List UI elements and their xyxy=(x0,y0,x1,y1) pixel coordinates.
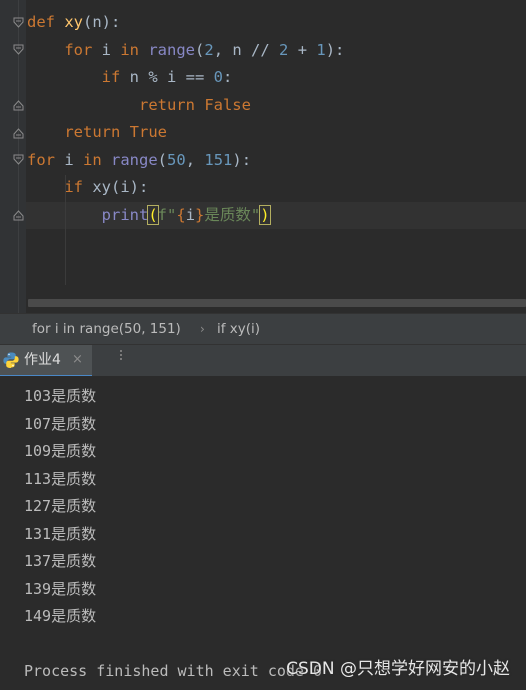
code-token: def xyxy=(27,13,65,31)
code-token: for xyxy=(27,150,65,169)
watermark: CSDN @只想学好网安的小赵 xyxy=(286,659,510,679)
fold-end-icon[interactable] xyxy=(13,127,24,139)
code-token: , xyxy=(185,150,205,169)
tab-run-config[interactable]: 作业4 × xyxy=(0,345,92,377)
console-output[interactable]: 103是质数 107是质数 109是质数 113是质数 127是质数 131是质数 137是… xyxy=(0,376,526,690)
code-token: ): xyxy=(232,150,252,169)
python-icon xyxy=(3,352,19,368)
run-tool-window-tabs: 作业4 × xyxy=(0,344,526,377)
code-token: ) xyxy=(259,204,271,225)
code-token: True xyxy=(129,123,167,141)
fold-collapse-icon[interactable] xyxy=(13,17,24,29)
code-token: { xyxy=(176,205,186,224)
close-icon[interactable]: × xyxy=(72,345,83,375)
tab-label: 作业4 xyxy=(24,352,61,368)
fold-end-icon[interactable] xyxy=(13,209,24,221)
fold-collapse-icon[interactable] xyxy=(13,154,24,166)
code-token: xy xyxy=(64,13,83,31)
code-token: ): xyxy=(325,40,345,59)
console-line: 127是质数 xyxy=(24,497,97,515)
code-token: i xyxy=(185,205,196,224)
code-token: range xyxy=(148,40,195,59)
code-token: ( xyxy=(195,40,205,59)
code-token: 是质数" xyxy=(204,205,261,224)
code-token: range xyxy=(111,150,158,169)
code-token: ( xyxy=(157,150,168,169)
code-token: 151 xyxy=(204,150,233,169)
code-line[interactable]: if xy(i): xyxy=(27,174,526,202)
code-line[interactable]: if n % i == 0: xyxy=(27,64,526,92)
code-editor[interactable]: def xy(n): for i in range(2, n // 2 + 1)… xyxy=(0,0,526,313)
console-line: 131是质数 xyxy=(24,524,97,543)
console-line: 107是质数 xyxy=(24,414,97,433)
console-line: 139是质数 xyxy=(24,579,97,598)
code-token: i xyxy=(101,40,121,59)
code-token: , n // xyxy=(213,40,280,59)
drag-handle-icon[interactable] xyxy=(120,350,122,366)
console-line: 109是质数 xyxy=(24,442,97,460)
code-line[interactable]: for i in range(2, n // 2 + 1): xyxy=(27,37,526,65)
code-token: if xyxy=(64,178,93,196)
console-line: 137是质数 xyxy=(24,552,97,570)
console-line: 113是质数 xyxy=(24,469,97,488)
code-token: + xyxy=(288,40,317,59)
code-token: xy(i): xyxy=(92,178,149,196)
code-token: 50 xyxy=(167,150,186,169)
code-line[interactable]: print(f"{i}是质数") xyxy=(26,201,526,229)
breadcrumb-item-for-loop[interactable]: for i in range(50, 151) xyxy=(32,314,181,344)
code-token: 2 xyxy=(279,40,289,59)
code-token: in xyxy=(83,150,111,169)
breadcrumb: for i in range(50, 151) › if xy(i) xyxy=(0,313,526,344)
code-token: } xyxy=(195,205,205,224)
code-line[interactable]: return True xyxy=(27,119,526,147)
code-token: f" xyxy=(157,205,177,224)
fold-collapse-icon[interactable] xyxy=(13,44,24,56)
code-token: in xyxy=(120,40,149,59)
console-line: 149是质数 xyxy=(24,607,97,625)
console-line: 103是质数 xyxy=(24,387,97,405)
fold-end-icon[interactable] xyxy=(13,99,24,111)
code-token: for xyxy=(64,40,102,59)
code-line[interactable]: return False xyxy=(27,92,526,120)
editor-gutter xyxy=(0,0,26,313)
horizontal-scrollbar-thumb[interactable] xyxy=(28,299,526,307)
code-token: ( xyxy=(147,204,159,225)
code-token: i xyxy=(64,150,83,169)
console-line: Process finished with exit code 0 xyxy=(24,662,323,680)
code-token: 0 xyxy=(213,68,223,86)
code-token: if xyxy=(101,68,130,86)
code-lines[interactable]: def xy(n): for i in range(2, n // 2 + 1)… xyxy=(26,9,526,257)
breadcrumb-separator-icon: › xyxy=(200,322,205,336)
code-token: print xyxy=(101,205,149,224)
code-token: : xyxy=(223,68,233,86)
vertical-scrollbar[interactable] xyxy=(514,376,526,690)
code-token: n % i == xyxy=(129,68,214,86)
code-line[interactable]: def xy(n): xyxy=(27,9,526,37)
code-line[interactable]: for i in range(50, 151): xyxy=(27,147,526,175)
code-token: return xyxy=(138,95,205,114)
code-token: False xyxy=(204,95,251,114)
code-token: 2 xyxy=(204,40,214,59)
code-token: 1 xyxy=(316,40,326,59)
code-token: return xyxy=(64,123,130,141)
code-line[interactable] xyxy=(27,229,526,257)
breadcrumb-item-if[interactable]: if xy(i) xyxy=(217,314,260,344)
code-token: (n): xyxy=(83,13,121,31)
indent-guide xyxy=(65,175,66,285)
